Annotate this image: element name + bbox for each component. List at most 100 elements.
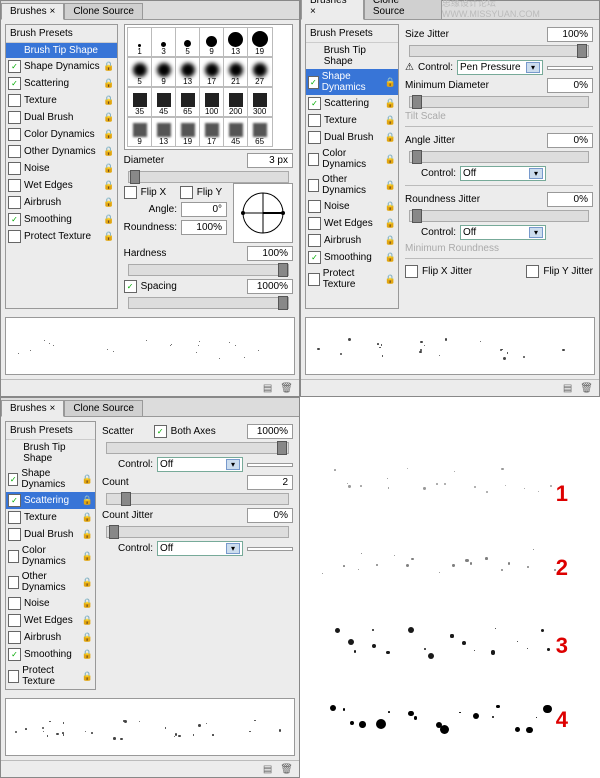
sidebar-item-smoothing[interactable]: ✓Smoothing🔒 [306, 249, 398, 266]
tab-clone[interactable]: Clone Source [364, 0, 442, 19]
sidebar-item-color-dynamics[interactable]: Color Dynamics🔒 [6, 126, 117, 143]
roundness-jitter-value[interactable]: 0% [547, 192, 593, 207]
sidebar-item-airbrush[interactable]: Airbrush🔒 [6, 194, 117, 211]
count-jitter-slider[interactable] [106, 526, 289, 538]
option-checkbox[interactable] [8, 550, 19, 563]
min-diameter-value[interactable]: 0% [547, 78, 593, 93]
option-checkbox[interactable]: ✓ [8, 494, 21, 507]
sidebar-item-noise[interactable]: Noise🔒 [6, 595, 95, 612]
sidebar-item-smoothing[interactable]: ✓Smoothing🔒 [6, 211, 117, 228]
new-icon[interactable]: ▤ [263, 764, 272, 775]
option-checkbox[interactable] [8, 196, 21, 209]
option-checkbox[interactable]: ✓ [8, 473, 18, 486]
sidebar-item-brush-tip-shape[interactable]: Brush Tip Shape [6, 43, 117, 58]
option-checkbox[interactable] [308, 114, 321, 127]
sidebar-item-airbrush[interactable]: Airbrush🔒 [6, 629, 95, 646]
option-checkbox[interactable] [8, 528, 21, 541]
option-checkbox[interactable] [308, 200, 321, 213]
option-checkbox[interactable] [8, 179, 21, 192]
scatter-control-select[interactable]: Off▾ [157, 457, 243, 472]
brush-presets[interactable]: Brush Presets [6, 422, 95, 440]
diameter-slider[interactable] [128, 171, 289, 183]
option-checkbox[interactable] [8, 230, 21, 243]
diameter-value[interactable]: 3 px [247, 153, 293, 168]
angle-control-select[interactable]: Off▾ [460, 166, 546, 181]
sidebar-item-dual-brush[interactable]: Dual Brush🔒 [306, 129, 398, 146]
option-checkbox[interactable] [8, 614, 21, 627]
option-checkbox[interactable]: ✓ [308, 76, 319, 89]
new-icon[interactable]: ▤ [263, 383, 272, 394]
brush-presets[interactable]: Brush Presets [6, 25, 117, 43]
hardness-slider[interactable] [128, 264, 289, 276]
sidebar-item-wet-edges[interactable]: Wet Edges🔒 [6, 612, 95, 629]
sidebar-item-protect-texture[interactable]: Protect Texture🔒 [6, 663, 95, 689]
count-slider[interactable] [106, 493, 289, 505]
sidebar-item-wet-edges[interactable]: Wet Edges🔒 [6, 177, 117, 194]
option-checkbox[interactable] [8, 576, 19, 589]
spacing-checkbox[interactable]: ✓ [124, 280, 137, 293]
option-checkbox[interactable] [8, 670, 19, 683]
sidebar-item-color-dynamics[interactable]: Color Dynamics🔒 [306, 146, 398, 172]
scatter-value[interactable]: 1000% [247, 424, 293, 439]
option-checkbox[interactable] [308, 179, 319, 192]
spacing-value[interactable]: 1000% [247, 279, 293, 294]
sidebar-item-wet-edges[interactable]: Wet Edges🔒 [306, 215, 398, 232]
flipy-checkbox[interactable] [180, 186, 193, 199]
angle-value[interactable]: 0° [181, 202, 227, 217]
option-checkbox[interactable] [308, 131, 321, 144]
angle-jitter-value[interactable]: 0% [547, 133, 593, 148]
option-checkbox[interactable] [308, 234, 321, 247]
option-checkbox[interactable] [8, 111, 21, 124]
tab-brushes[interactable]: Brushes × [1, 3, 64, 20]
brush-presets[interactable]: Brush Presets [306, 25, 398, 43]
option-checkbox[interactable] [308, 273, 320, 286]
option-checkbox[interactable] [8, 94, 21, 107]
flipx-jitter-checkbox[interactable] [405, 265, 418, 278]
new-icon[interactable]: ▤ [563, 383, 572, 394]
sidebar-item-texture[interactable]: Texture🔒 [6, 509, 95, 526]
sidebar-item-other-dynamics[interactable]: Other Dynamics🔒 [306, 172, 398, 198]
option-checkbox[interactable] [8, 145, 21, 158]
trash-icon[interactable]: 🗑 [280, 383, 293, 394]
sidebar-item-dual-brush[interactable]: Dual Brush🔒 [6, 109, 117, 126]
min-diameter-slider[interactable] [409, 96, 589, 108]
tab-brushes[interactable]: Brushes × [1, 400, 64, 417]
tab-brushes[interactable]: Brushes × [301, 0, 364, 20]
sidebar-item-scattering[interactable]: ✓Scattering🔒 [306, 95, 398, 112]
option-checkbox[interactable] [308, 217, 321, 230]
sidebar-item-shape-dynamics[interactable]: ✓Shape Dynamics🔒 [6, 466, 95, 492]
count-value[interactable]: 2 [247, 475, 293, 490]
trash-icon[interactable]: 🗑 [580, 383, 593, 394]
sidebar-item-texture[interactable]: Texture🔒 [6, 92, 117, 109]
count-control-select[interactable]: Off▾ [157, 541, 243, 556]
sidebar-item-dual-brush[interactable]: Dual Brush🔒 [6, 526, 95, 543]
option-checkbox[interactable]: ✓ [8, 77, 21, 90]
sidebar-item-shape-dynamics[interactable]: ✓Shape Dynamics🔒 [6, 58, 117, 75]
control-select[interactable]: Pen Pressure▾ [457, 60, 543, 75]
sidebar-item-shape-dynamics[interactable]: ✓Shape Dynamics🔒 [306, 69, 398, 95]
trash-icon[interactable]: 🗑 [280, 764, 293, 775]
sidebar-item-noise[interactable]: Noise🔒 [306, 198, 398, 215]
flipy-jitter-checkbox[interactable] [526, 265, 539, 278]
sidebar-item-color-dynamics[interactable]: Color Dynamics🔒 [6, 543, 95, 569]
sidebar-item-other-dynamics[interactable]: Other Dynamics🔒 [6, 143, 117, 160]
roundness-jitter-slider[interactable] [409, 210, 589, 222]
count-jitter-value[interactable]: 0% [247, 508, 293, 523]
sidebar-item-airbrush[interactable]: Airbrush🔒 [306, 232, 398, 249]
sidebar-item-other-dynamics[interactable]: Other Dynamics🔒 [6, 569, 95, 595]
angle-jitter-slider[interactable] [409, 151, 589, 163]
option-checkbox[interactable] [8, 128, 21, 141]
option-checkbox[interactable] [8, 162, 21, 175]
size-jitter-slider[interactable] [409, 45, 589, 57]
sidebar-item-protect-texture[interactable]: Protect Texture🔒 [6, 228, 117, 245]
sidebar-item-texture[interactable]: Texture🔒 [306, 112, 398, 129]
sidebar-item-scattering[interactable]: ✓Scattering🔒 [6, 492, 95, 509]
sidebar-item-noise[interactable]: Noise🔒 [6, 160, 117, 177]
sidebar-item-brush-tip-shape[interactable]: Brush Tip Shape [306, 43, 398, 69]
size-jitter-value[interactable]: 100% [547, 27, 593, 42]
sidebar-item-brush-tip-shape[interactable]: Brush Tip Shape [6, 440, 95, 466]
option-checkbox[interactable]: ✓ [8, 648, 21, 661]
option-checkbox[interactable]: ✓ [308, 251, 321, 264]
sidebar-item-smoothing[interactable]: ✓Smoothing🔒 [6, 646, 95, 663]
option-checkbox[interactable] [8, 511, 21, 524]
